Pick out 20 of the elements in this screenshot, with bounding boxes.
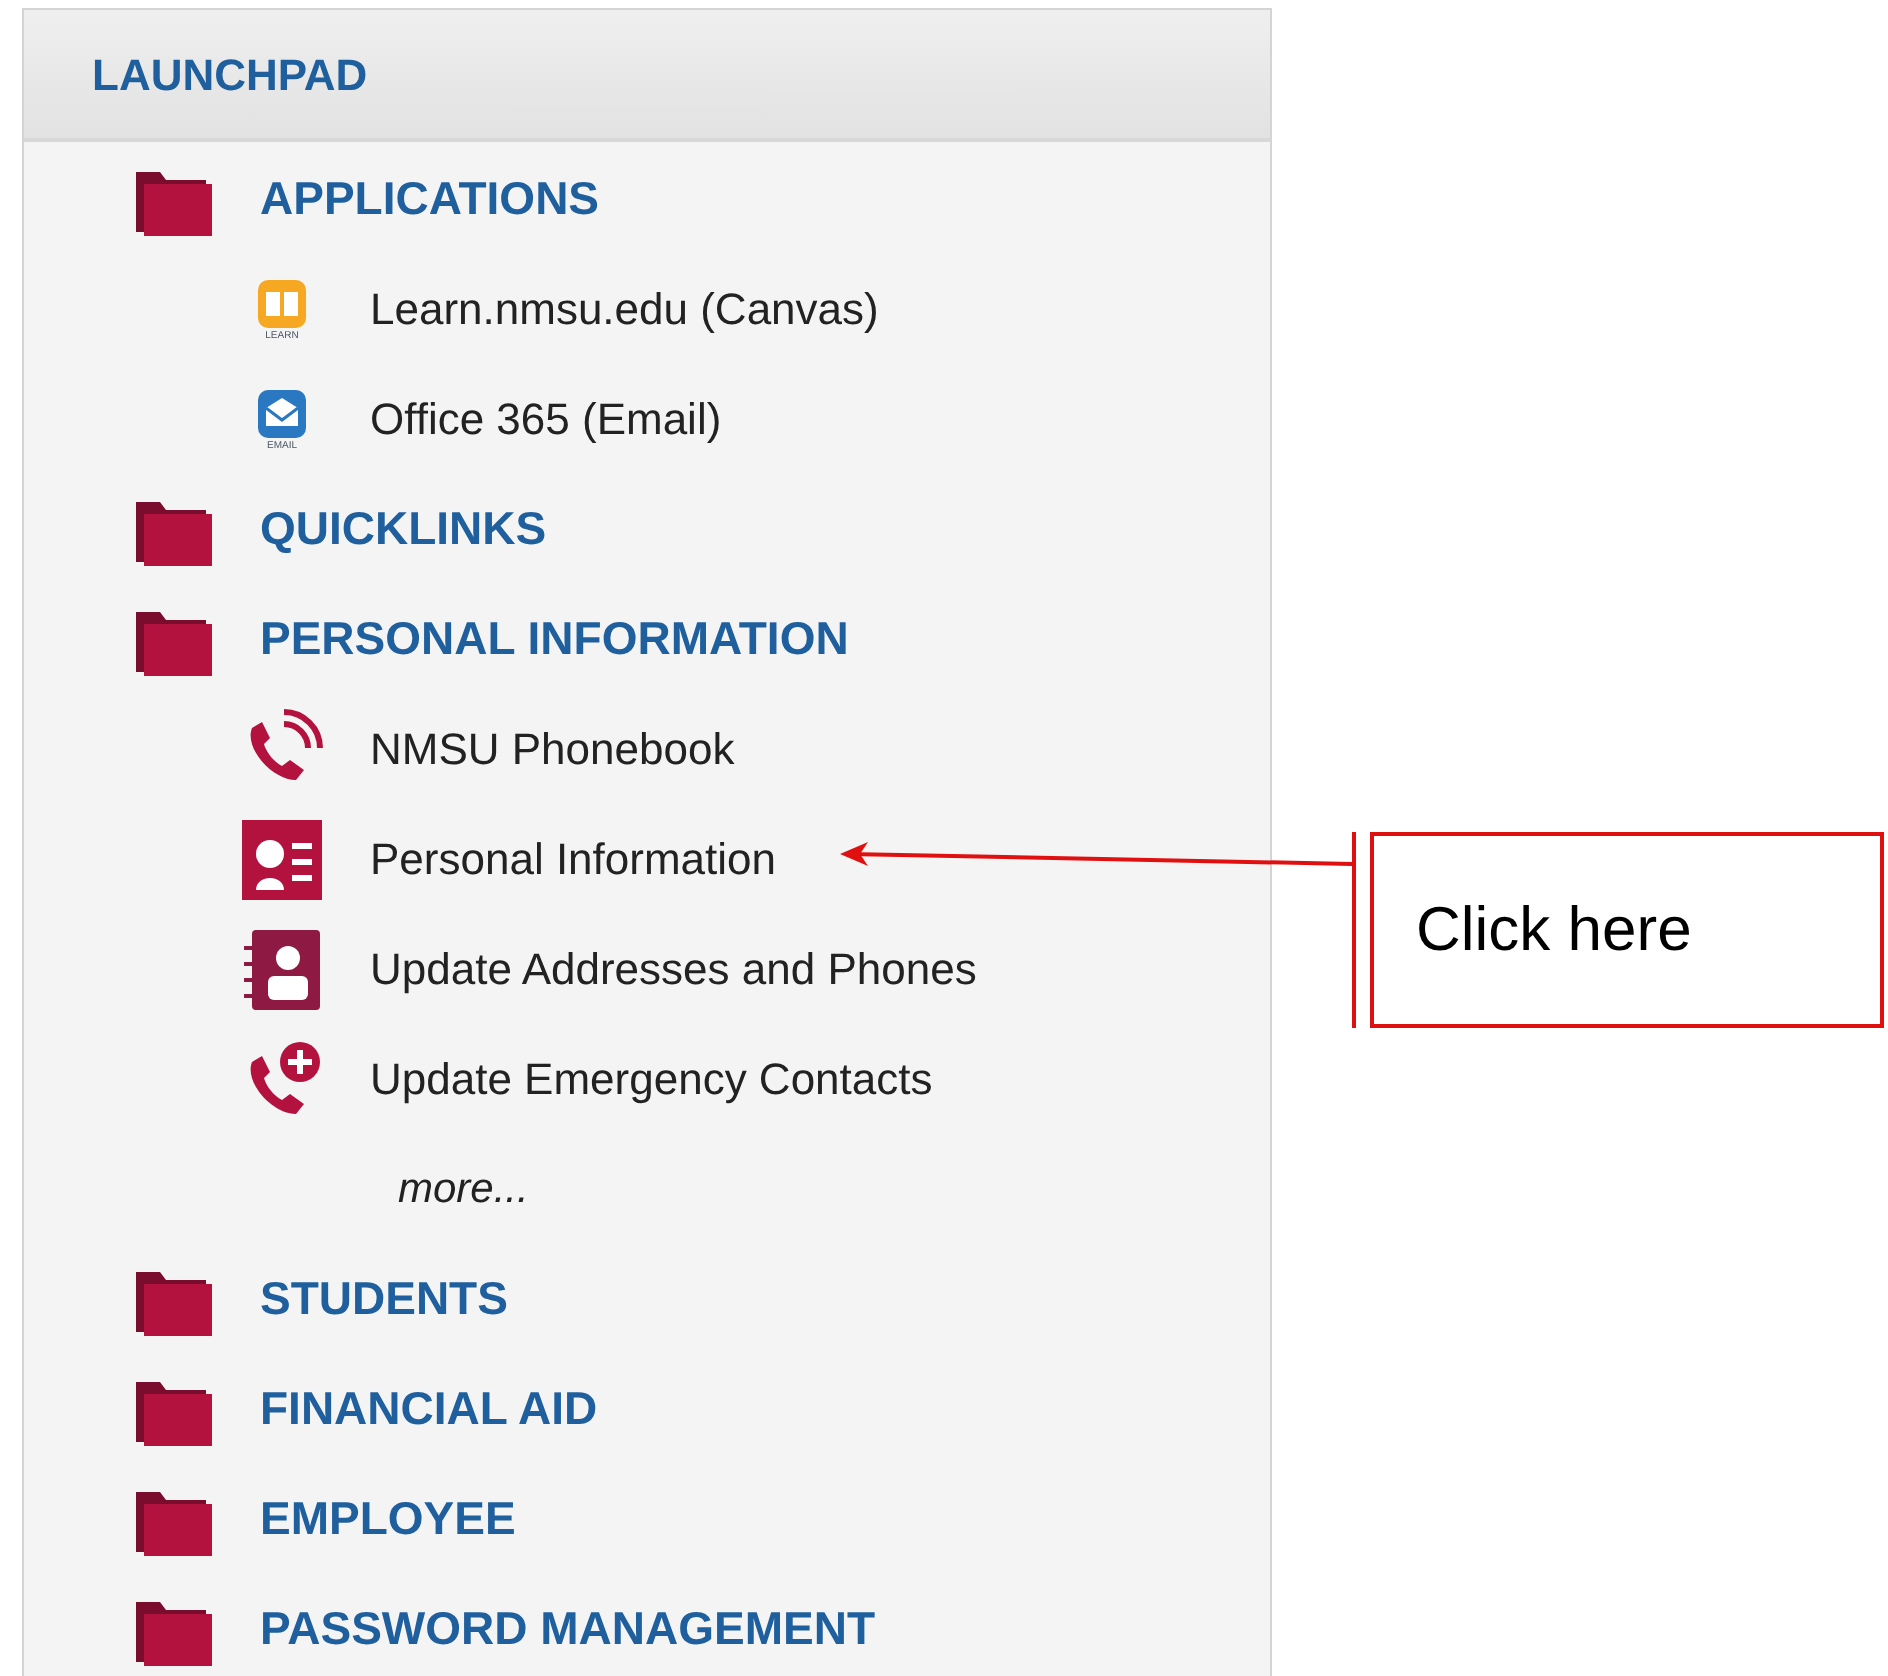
section-link[interactable]: APPLICATIONS: [260, 164, 600, 234]
more-link[interactable]: more...: [398, 1157, 529, 1221]
menu-link[interactable]: Update Emergency Contacts: [370, 1046, 933, 1112]
menu-link[interactable]: Update Addresses and Phones: [370, 936, 977, 1002]
book-icon: [256, 277, 308, 329]
menu-link[interactable]: Personal Information: [370, 826, 776, 892]
section-link[interactable]: QUICKLINKS: [260, 494, 547, 564]
id-card-icon: [240, 817, 324, 901]
menu-link[interactable]: Office 365 (Email): [370, 386, 722, 452]
section-link[interactable]: PASSWORD MANAGEMENT: [260, 1594, 876, 1664]
section-link[interactable]: PERSONAL INFORMATION: [260, 604, 849, 674]
address-book-icon: [240, 927, 324, 1011]
panel-title: LAUNCHPAD: [92, 47, 368, 103]
callout-text: Click here: [1416, 891, 1692, 968]
envelope-icon: [256, 387, 308, 439]
section-link[interactable]: EMPLOYEE: [260, 1484, 516, 1554]
menu-link[interactable]: Learn.nmsu.edu (Canvas): [370, 276, 879, 342]
section-link[interactable]: FINANCIAL AID: [260, 1374, 598, 1444]
section-link[interactable]: STUDENTS: [260, 1264, 508, 1334]
menu-link[interactable]: NMSU Phonebook: [370, 716, 735, 782]
